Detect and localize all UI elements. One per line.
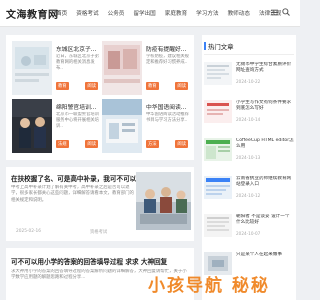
hot-article-item[interactable]: 无锡市中学生综合素质评价网址查询方式 2024-10-22: [204, 60, 294, 90]
card-description: 学校防疫，建议相关规定和推荐好习惯养成..: [146, 54, 189, 65]
sidebar-heading: 热门文章: [208, 43, 234, 51]
hot-article-title[interactable]: CoffeeCup HTML editor怎么用: [236, 138, 294, 151]
article-summary: 中考上高中补录计划了解有关中考，高中补录之后是否可以退学，很多家长都关心这些问题…: [11, 185, 134, 203]
nav-teacher-news[interactable]: 教师动态: [228, 9, 250, 17]
hot-article-thumbnail[interactable]: [204, 138, 232, 161]
hot-article-thumbnail[interactable]: [204, 176, 232, 199]
site-logo[interactable]: 文海教育网: [6, 6, 59, 21]
article-title[interactable]: 在扶校握了名、可是高中补录，我可不可以退...: [11, 173, 136, 183]
featured-article[interactable]: 在扶校握了名、可是高中补录，我可不可以退... 中考上高中补录计划了解有关中考，…: [6, 167, 194, 241]
card-read-tag[interactable]: 阅读: [175, 140, 188, 148]
hot-article-item[interactable]: CoffeeCup HTML editor怎么用 2024-10-13: [204, 136, 294, 166]
card-category-badge[interactable]: 方法: [146, 140, 159, 148]
hot-article-title[interactable]: 只是某个人在起来做事: [236, 252, 294, 265]
card-description: 近日，东城区北京子弟教育网的相关消息发布..: [56, 54, 99, 71]
card-thumbnail[interactable]: [102, 99, 142, 153]
article-thumbnail[interactable]: [136, 172, 191, 230]
hot-article-thumbnail[interactable]: [204, 100, 232, 123]
search-icon[interactable]: [282, 8, 290, 16]
hot-article-thumbnail[interactable]: [204, 214, 232, 237]
hot-article-date: 2024-10-12: [236, 193, 261, 198]
card-title[interactable]: 东城区北京子...: [56, 44, 100, 53]
card-item[interactable]: 绵阳警官培训... 北京市一联盟警官培训服务中心将开展相关培训.. 法规 阅读: [12, 99, 100, 153]
watermark-overlay: 小孩导航 秘秘: [140, 271, 300, 296]
card-thumbnail[interactable]: [12, 41, 52, 95]
card-title[interactable]: 防疫有提醒好...: [146, 44, 190, 53]
card-read-tag[interactable]: 阅读: [175, 82, 188, 90]
nav-qualification-exam[interactable]: 资格考试: [76, 9, 98, 17]
nav-study-methods[interactable]: 学习方法: [196, 9, 218, 17]
nav-civil-servant[interactable]: 公务员: [108, 9, 125, 17]
hot-article-item[interactable]: 朝阳者 不是谈妥 设计一个什么比较好 2024-10-07: [204, 212, 294, 242]
heading-accent-bar: [204, 42, 206, 50]
card-title[interactable]: 中华国语阅读...: [146, 102, 190, 111]
article-date: 2025-02-16: [16, 229, 41, 234]
card-item[interactable]: 防疫有提醒好... 学校防疫，建议相关规定和推荐好习惯养成.. 教育 阅读: [102, 41, 190, 95]
hot-article-title[interactable]: 小学生写作文有何条件要求到底怎么写好: [236, 100, 294, 113]
watermark-text: 小孩导航 秘秘: [148, 276, 270, 296]
hot-article-title[interactable]: 云南省执业药师继续教育网站登录入口: [236, 176, 294, 189]
card-category-badge[interactable]: 教育: [146, 82, 159, 90]
card-read-tag[interactable]: 阅读: [85, 140, 98, 148]
hot-article-date: 2024-10-07: [236, 231, 261, 236]
card-description: 北京市一联盟警官培训服务中心将开展相关培训..: [56, 112, 99, 129]
hot-article-title[interactable]: 无锡市中学生综合素质评价网址查询方式: [236, 62, 294, 75]
hot-article-date: 2024-10-22: [236, 79, 261, 84]
nav-family-education[interactable]: 家庭教育: [165, 9, 187, 17]
article-title[interactable]: 可不可以用小学的答案的回答填导过程 求求 大神回复: [11, 256, 191, 266]
hot-article-date: 2024-10-13: [236, 155, 261, 160]
hot-article-thumbnail[interactable]: [204, 62, 232, 85]
hot-article-title[interactable]: 朝阳者 不是谈妥 设计一个什么比较好: [236, 214, 294, 227]
nav-study-abroad[interactable]: 留学出国: [133, 9, 155, 17]
hot-articles-sidebar: 热门文章 无锡市中学生综合素质评价网址查询方式 2024-10-22 小学生写作…: [202, 35, 296, 300]
menu-icon[interactable]: [271, 9, 278, 16]
card-description: 中华国语阅读活动推荐书目与学习方法分享..: [146, 112, 189, 123]
article-category[interactable]: 资格考试: [90, 229, 107, 235]
card-item[interactable]: 东城区北京子... 近日，东城区北京子弟教育网的相关消息发布.. 教育 阅读: [12, 41, 100, 95]
top-navigation-bar: 文海教育网 首页 资格考试 公务员 留学出国 家庭教育 学习方法 教师动态 法律…: [0, 0, 300, 27]
card-thumbnail[interactable]: [102, 41, 142, 95]
card-thumbnail[interactable]: [12, 99, 52, 153]
divider: [204, 54, 294, 55]
hot-article-date: 2024-10-14: [236, 117, 261, 122]
nav-home[interactable]: 首页: [56, 9, 67, 17]
card-category-badge[interactable]: 教育: [56, 82, 69, 90]
card-read-tag[interactable]: 阅读: [85, 82, 98, 90]
main-nav: 首页 资格考试 公务员 留学出国 家庭教育 学习方法 教师动态 法律法规: [56, 9, 290, 17]
hot-article-item[interactable]: 小学生写作文有何条件要求到底怎么写好 2024-10-14: [204, 98, 294, 128]
card-item[interactable]: 中华国语阅读... 中华国语阅读活动推荐书目与学习方法分享.. 方法 阅读: [102, 99, 190, 153]
card-title[interactable]: 绵阳警官培训...: [56, 102, 100, 111]
card-category-badge[interactable]: 法规: [56, 140, 69, 148]
featured-card-grid: 东城区北京子... 近日，东城区北京子弟教育网的相关消息发布.. 教育 阅读 防…: [6, 35, 194, 160]
hot-article-item[interactable]: 云南省执业药师继续教育网站登录入口 2024-10-12: [204, 174, 294, 204]
